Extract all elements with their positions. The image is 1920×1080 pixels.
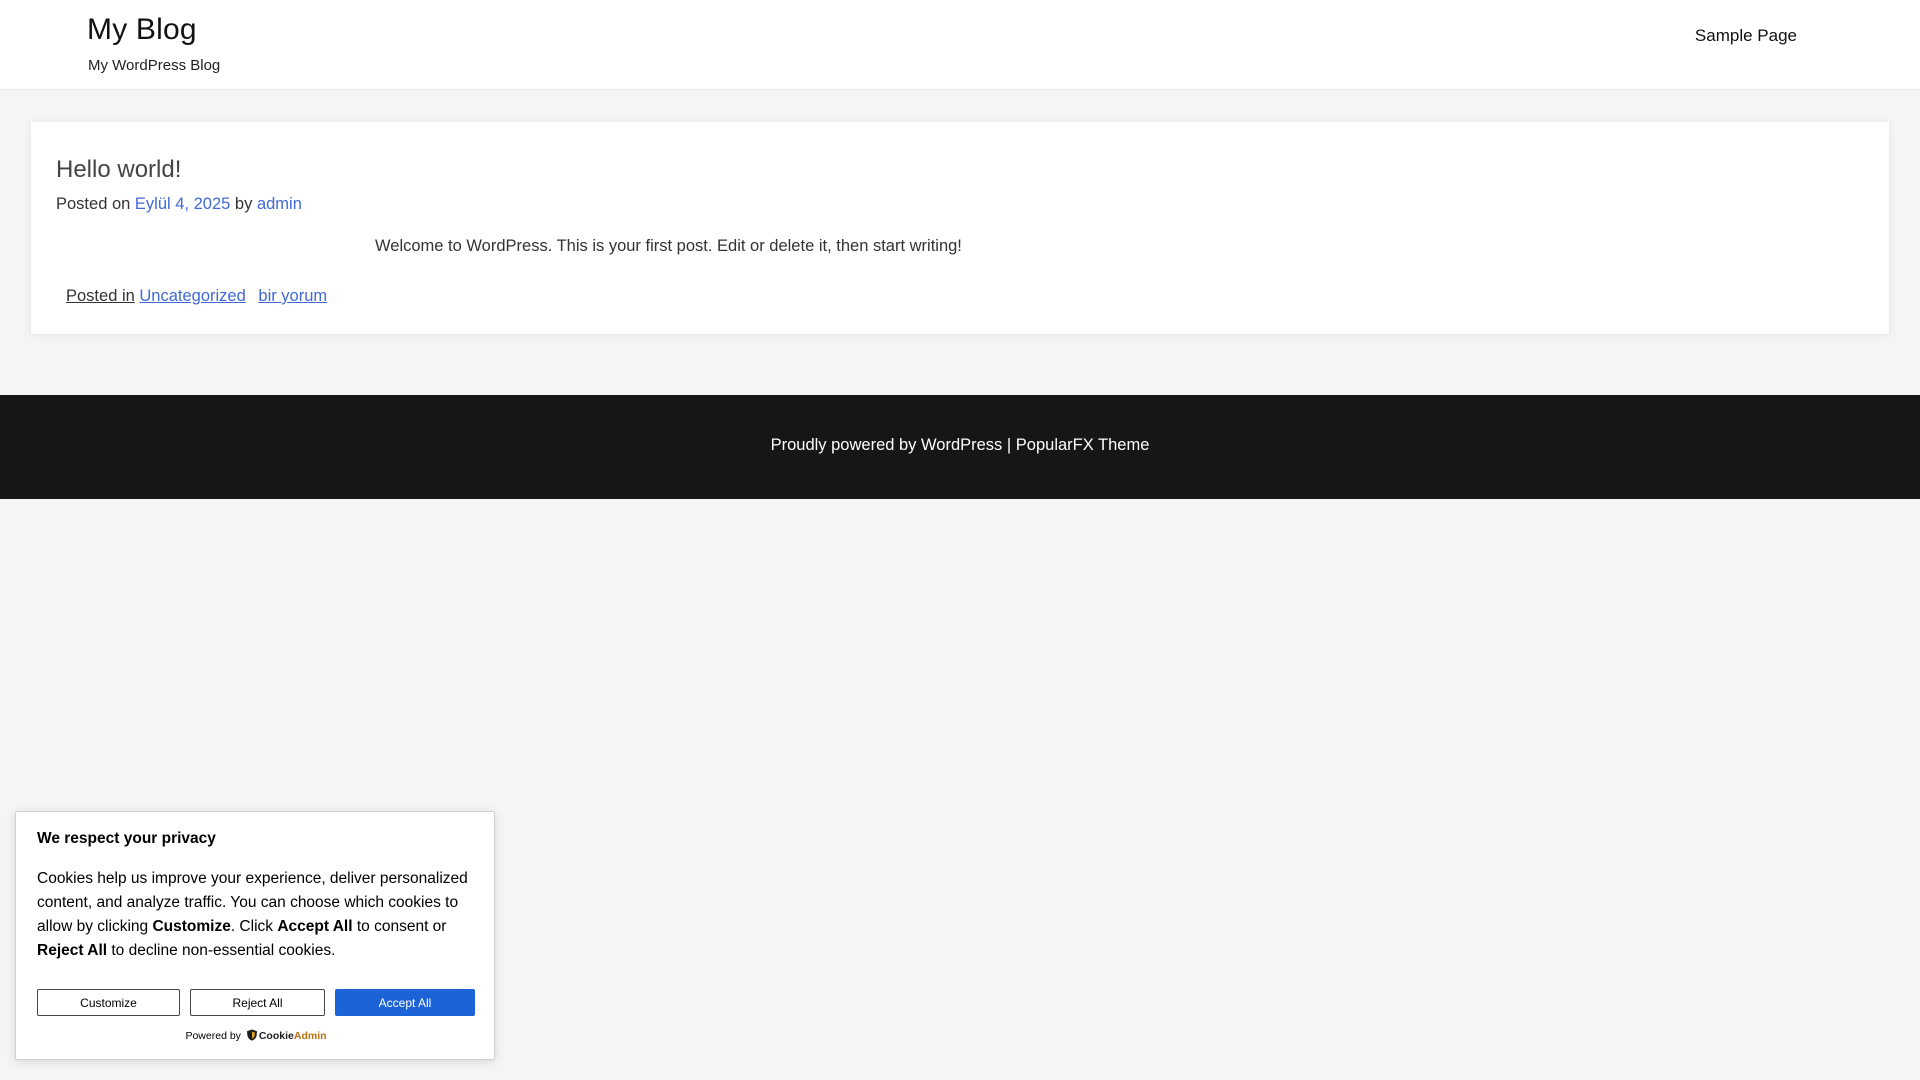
site-title[interactable]: My Blog [87,13,197,47]
cookie-text-bold: Accept All [277,918,353,935]
site-description: My WordPress Blog [88,57,221,74]
footer-theme-link[interactable]: PopularFX Theme [1016,436,1150,454]
powered-by-label: Powered by [185,1030,241,1042]
post-card: Hello world! Posted on Eylül 4, 2025 by … [31,122,1889,334]
site-header: My Blog My WordPress Blog Sample Page [0,0,1920,90]
post-author-link[interactable]: admin [257,195,302,213]
post-content: Welcome to WordPress. This is your first… [375,237,962,255]
cookie-buttons: Customize Reject All Accept All [37,989,477,1017]
cookie-title: We respect your privacy [37,830,216,847]
accept-all-button[interactable]: Accept All [335,989,475,1016]
cookie-consent-banner: We respect your privacy Cookies help us … [15,811,495,1060]
cookie-text-part: . Click [230,918,278,935]
post-meta: Posted on Eylül 4, 2025 by admin [56,195,302,214]
post-date-link[interactable]: Eylül 4, 2025 [135,195,230,213]
cookie-text-bold: Reject All [37,942,108,959]
footer-credit: Proudly powered by WordPress | PopularFX… [0,436,1920,455]
post-title[interactable]: Hello world! [56,156,181,184]
site-footer: Proudly powered by WordPress | PopularFX… [0,395,1920,499]
shield-icon [246,1029,257,1041]
cookie-text-part: to consent or [352,918,447,935]
comment-link[interactable]: bir yorum [258,287,327,305]
cookie-text-bold: Customize [152,918,231,935]
brand-part-1: Cookie [258,1030,294,1042]
post-footer: Posted in Uncategorized bir yorum [66,287,327,306]
nav-item-sample-page[interactable]: Sample Page [1695,26,1797,45]
posted-on-label: Posted on [56,195,131,213]
cookie-description: Cookies help us improve your experience,… [37,867,482,963]
reject-all-button[interactable]: Reject All [190,989,325,1016]
footer-wordpress-link[interactable]: Proudly powered by WordPress [771,436,1003,454]
cookie-powered-by: Powered by CookieAdmin [16,1029,496,1042]
category-link[interactable]: Uncategorized [139,287,245,305]
cookieadmin-logo[interactable]: CookieAdmin [259,1030,327,1042]
footer-separator: | [1006,436,1012,454]
main-navigation: Sample Page [1695,26,1797,46]
by-label: by [234,195,253,213]
customize-button[interactable]: Customize [37,989,180,1016]
cookie-text-part: to decline non-essential cookies. [107,942,336,959]
brand-part-2: Admin [293,1030,327,1042]
posted-in-label: Posted in [66,287,135,305]
